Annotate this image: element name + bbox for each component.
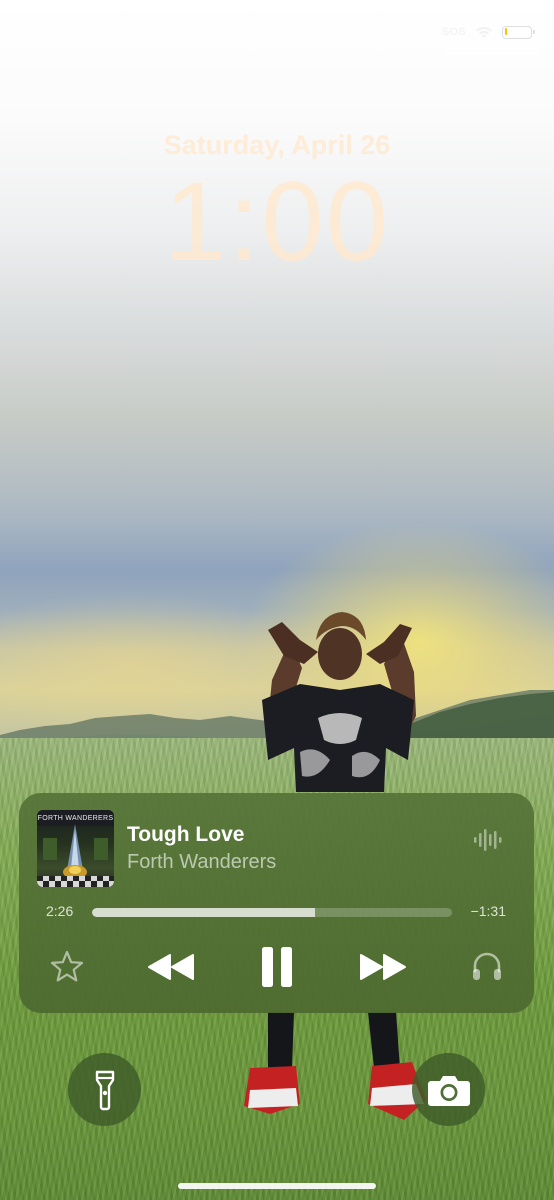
forward-icon[interactable] [357,951,409,983]
control-center-grabber[interactable] [443,52,540,55]
audio-wave-icon [474,829,502,851]
battery-tip [533,29,535,34]
flashlight-button[interactable] [68,1053,141,1126]
camera-button[interactable] [412,1053,485,1126]
airpods-icon[interactable] [469,949,505,985]
rewind-icon[interactable] [145,951,197,983]
playback-scrubber[interactable] [92,908,452,917]
camera-icon [427,1075,470,1106]
battery-icon [502,25,535,39]
pause-icon[interactable] [259,945,295,989]
flashlight-icon [95,1070,114,1110]
lock-screen-date: Saturday, April 26 [163,130,391,160]
carrier-status-text: SOS [441,26,466,38]
star-icon[interactable] [49,949,85,985]
status-bar: SOS [441,22,535,42]
album-artwork[interactable]: FORTH WANDERERS [37,810,114,887]
lock-screen-clock: 1:00 [164,159,390,284]
home-indicator[interactable] [178,1183,376,1189]
remaining-time: −1:31 [470,903,506,919]
battery-level-fill [504,28,508,35]
track-title[interactable]: Tough Love [127,823,244,847]
wifi-icon [476,26,492,39]
track-artist[interactable]: Forth Wanderers [127,851,276,874]
now-playing-widget[interactable]: FORTH WANDERERS Tough Love Forth Wandere… [19,793,534,1013]
playback-progress-fill [92,908,316,917]
album-artwork-title: FORTH WANDERERS [37,815,114,822]
elapsed-time: 2:26 [46,903,74,919]
